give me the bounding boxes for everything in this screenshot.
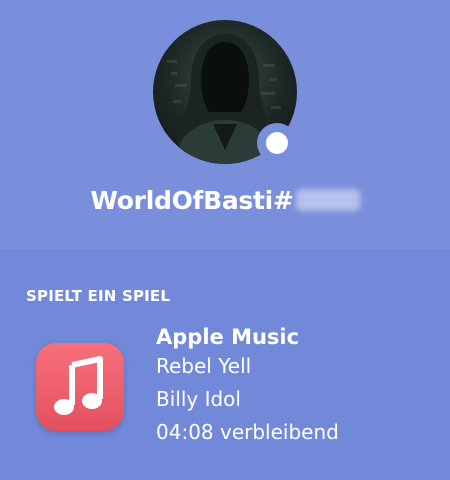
activity-section-title: SPIELT EIN SPIEL — [26, 287, 171, 305]
status-indicator — [257, 123, 297, 163]
username-text: WorldOfBasti# — [90, 186, 294, 215]
profile-header: WorldOfBasti# — [0, 0, 450, 250]
activity-details: Apple Music Rebel Yell Billy Idol 04:08 … — [156, 324, 339, 449]
avatar[interactable] — [153, 20, 297, 164]
apple-music-app-icon — [36, 343, 124, 431]
username[interactable]: WorldOfBasti# — [0, 186, 450, 215]
activity-song-title: Rebel Yell — [156, 354, 252, 378]
divider — [0, 250, 450, 251]
activity-app-name: Apple Music — [156, 325, 300, 349]
music-note-icon — [54, 356, 103, 415]
redacted-discriminator — [295, 189, 360, 211]
status-online-dot — [266, 132, 288, 154]
activity-time-remaining: 04:08 verbleibend — [156, 420, 339, 444]
activity-artist: Billy Idol — [156, 387, 241, 411]
